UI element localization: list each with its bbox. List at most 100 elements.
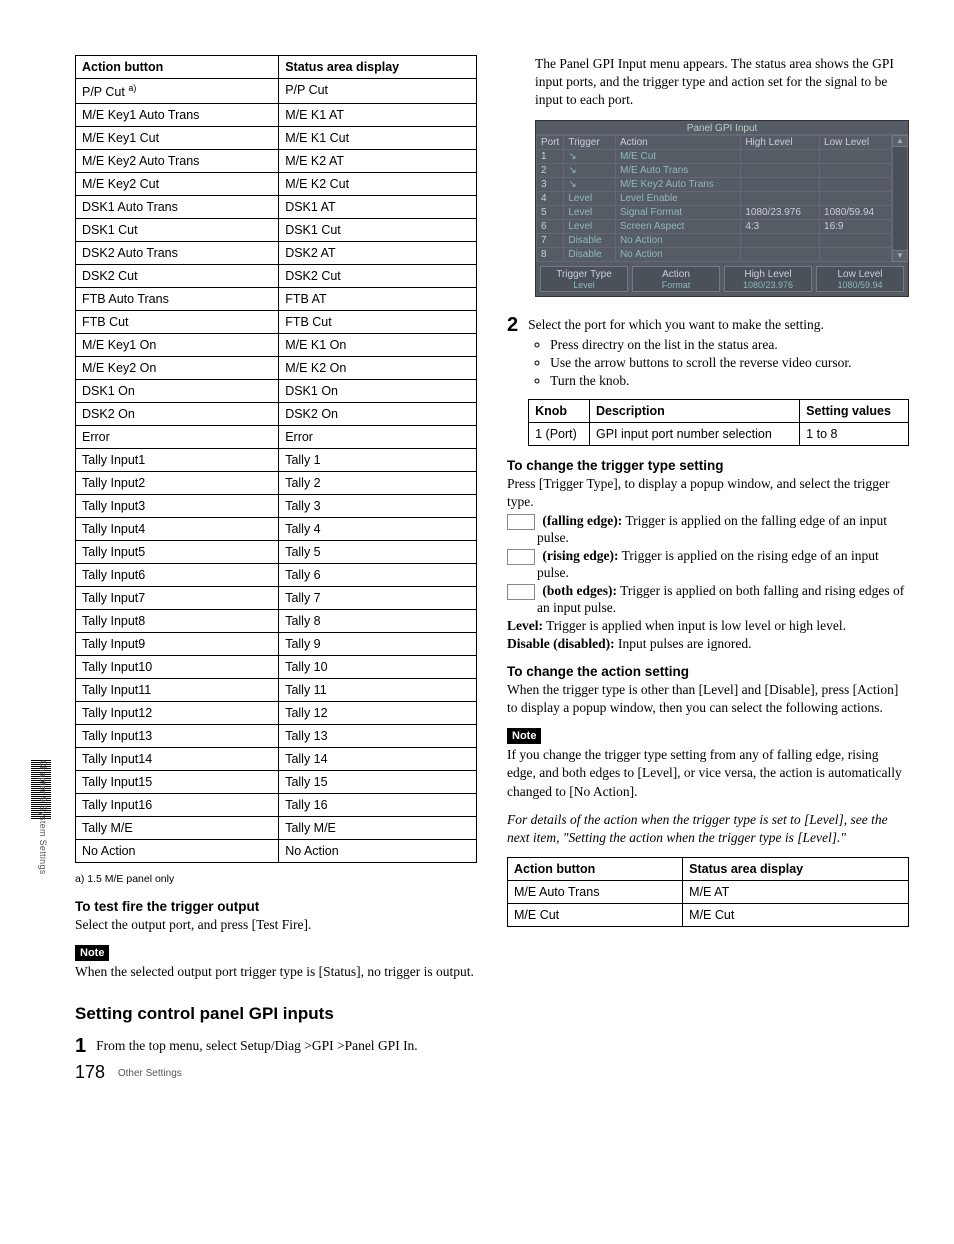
table-row: DSK2 Auto TransDSK2 AT [76, 242, 477, 265]
table-row: Tally Input14Tally 14 [76, 748, 477, 771]
panel-cell: ↘ [564, 177, 616, 191]
page-number: 178 [75, 1062, 105, 1082]
edge-icon [507, 514, 535, 530]
table-footnote: a) 1.5 M/E panel only [75, 873, 477, 885]
table-row: FTB CutFTB Cut [76, 311, 477, 334]
table-cell: Tally Input7 [76, 587, 279, 610]
scroll-up-icon: ▲ [892, 135, 908, 147]
table-cell: Tally Input9 [76, 633, 279, 656]
table-cell: Tally Input10 [76, 656, 279, 679]
table-row: DSK2 OnDSK2 On [76, 403, 477, 426]
table-cell: FTB AT [279, 288, 477, 311]
table-cell: Error [76, 426, 279, 449]
table-cell: Tally 8 [279, 610, 477, 633]
panel-cell: 8 [537, 247, 564, 261]
panel-cell [820, 191, 892, 205]
panel-row: 2↘M/E Auto Trans [537, 163, 892, 177]
step-number: 1 [75, 1036, 86, 1056]
panel-cell: ↘ [564, 163, 616, 177]
panel-cell: 4 [537, 191, 564, 205]
trigger-item: Level: Trigger is applied when input is … [507, 618, 909, 634]
section-heading-gpi-inputs: Setting control panel GPI inputs [75, 1004, 477, 1024]
table-cell: Tally Input2 [76, 472, 279, 495]
panel-cell [820, 177, 892, 191]
panel-cell: M/E Auto Trans [615, 163, 740, 177]
trigger-item: (rising edge): Trigger is applied on the… [507, 548, 909, 581]
table-cell: GPI input port number selection [590, 422, 800, 445]
table-cell: DSK2 Cut [279, 265, 477, 288]
panel-cell: M/E Cut [615, 149, 740, 163]
panel-cell [741, 233, 820, 247]
panel-row: 5LevelSignal Format1080/23.9761080/59.94 [537, 205, 892, 219]
table-row: Tally Input6Tally 6 [76, 564, 477, 587]
table-header: Knob [529, 399, 590, 422]
table-row: DSK1 OnDSK1 On [76, 380, 477, 403]
table-cell: Tally 15 [279, 771, 477, 794]
note-text: When the selected output port trigger ty… [75, 963, 477, 981]
table-row: Tally Input2Tally 2 [76, 472, 477, 495]
table-cell: DSK2 On [279, 403, 477, 426]
table-row: M/E Key2 Auto TransM/E K2 AT [76, 150, 477, 173]
table-row: Tally Input10Tally 10 [76, 656, 477, 679]
panel-header: Trigger [564, 135, 616, 149]
step-text: Select the port for which you want to ma… [528, 317, 824, 332]
table-header: Status area display [279, 56, 477, 79]
trigger-heading: To change the trigger type setting [507, 458, 909, 473]
panel-header: Action [615, 135, 740, 149]
table-cell: Tally 7 [279, 587, 477, 610]
table-row: DSK2 CutDSK2 Cut [76, 265, 477, 288]
table-row: 1 (Port)GPI input port number selection1… [529, 422, 909, 445]
panel-button: Low Level1080/59.94 [816, 266, 904, 292]
table-cell: 1 to 8 [800, 422, 909, 445]
edge-icon [507, 584, 535, 600]
panel-cell [741, 191, 820, 205]
panel-cell: 5 [537, 205, 564, 219]
table-cell: Tally Input3 [76, 495, 279, 518]
table-cell: DSK1 On [279, 380, 477, 403]
table-cell: Tally 10 [279, 656, 477, 679]
panel-header: Port [537, 135, 564, 149]
trigger-item: Disable (disabled): Input pulses are ign… [507, 636, 909, 652]
action-button-table-right: Action buttonStatus area display M/E Aut… [507, 857, 909, 927]
note-badge: Note [75, 945, 109, 961]
panel-row: 4LevelLevel Enable [537, 191, 892, 205]
table-row: Tally Input4Tally 4 [76, 518, 477, 541]
panel-cell: Disable [564, 233, 616, 247]
panel-row: 3↘M/E Key2 Auto Trans [537, 177, 892, 191]
scroll-down-icon: ▼ [892, 250, 908, 262]
table-cell: Tally 9 [279, 633, 477, 656]
edge-icon [507, 549, 535, 565]
panel-row: 7DisableNo Action [537, 233, 892, 247]
table-row: Tally Input8Tally 8 [76, 610, 477, 633]
table-row: Tally Input5Tally 5 [76, 541, 477, 564]
action-heading: To change the action setting [507, 664, 909, 679]
panel-row: 1↘M/E Cut [537, 149, 892, 163]
table-cell: Tally M/E [76, 817, 279, 840]
table-row: Tally Input3Tally 3 [76, 495, 477, 518]
table-row: Tally Input7Tally 7 [76, 587, 477, 610]
bullet-item: Turn the knob. [550, 373, 909, 389]
table-cell: Tally 13 [279, 725, 477, 748]
knob-table: KnobDescriptionSetting values 1 (Port)GP… [528, 399, 909, 446]
table-cell: 1 (Port) [529, 422, 590, 445]
table-row: FTB Auto TransFTB AT [76, 288, 477, 311]
table-cell: Tally Input8 [76, 610, 279, 633]
table-cell: Tally 12 [279, 702, 477, 725]
panel-cell: 2 [537, 163, 564, 177]
bullet-item: Use the arrow buttons to scroll the reve… [550, 355, 909, 371]
table-cell: FTB Cut [279, 311, 477, 334]
panel-cell: 1080/59.94 [820, 205, 892, 219]
table-row: M/E Key1 CutM/E K1 Cut [76, 127, 477, 150]
panel-cell [741, 177, 820, 191]
table-cell: DSK1 AT [279, 196, 477, 219]
table-cell: M/E Cut [508, 904, 683, 927]
table-row: Tally Input16Tally 16 [76, 794, 477, 817]
panel-button: ActionFormat [632, 266, 720, 292]
panel-row: 6LevelScreen Aspect4:316:9 [537, 219, 892, 233]
panel-cell: Level [564, 191, 616, 205]
table-row: M/E Key2 CutM/E K2 Cut [76, 173, 477, 196]
table-row: Tally Input9Tally 9 [76, 633, 477, 656]
table-row: Tally M/ETally M/E [76, 817, 477, 840]
test-fire-heading: To test fire the trigger output [75, 899, 477, 914]
table-cell: M/E Key2 On [76, 357, 279, 380]
